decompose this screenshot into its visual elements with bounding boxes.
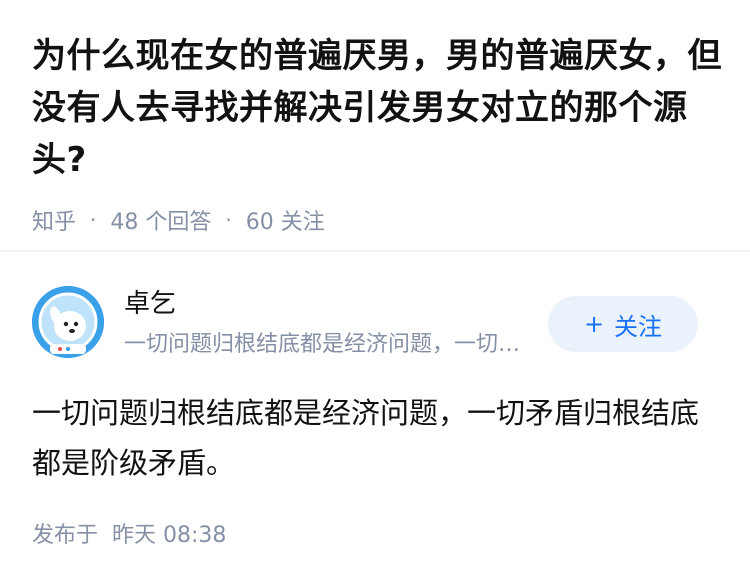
author-bio: 一切问题归根结底都是经济问题，一切矛盾归根结底都是阶级矛盾。 bbox=[124, 332, 534, 357]
question-meta: 知乎 · 48 个回答 · 60 关注 bbox=[32, 204, 718, 236]
section-divider bbox=[0, 250, 750, 252]
separator-dot: · bbox=[225, 208, 232, 232]
plus-icon: + bbox=[583, 310, 605, 338]
author-name[interactable]: 卓乞 bbox=[124, 288, 176, 320]
avatar[interactable] bbox=[32, 286, 104, 358]
answer-count[interactable]: 48 个回答 bbox=[110, 204, 211, 236]
follow-button[interactable]: + 关注 bbox=[548, 296, 698, 352]
author-row: 卓乞 一切问题归根结底都是经济问题，一切矛盾归根结底都是阶级矛盾。 + 关注 bbox=[0, 270, 750, 370]
answer-card: 卓乞 一切问题归根结底都是经济问题，一切矛盾归根结底都是阶级矛盾。 + 关注 一… bbox=[0, 270, 750, 548]
answer-content[interactable]: 一切问题归根结底都是经济问题，一切矛盾归根结底都是阶级矛盾。 bbox=[32, 388, 702, 488]
source-label[interactable]: 知乎 bbox=[32, 204, 76, 236]
follow-button-label: 关注 bbox=[614, 312, 663, 341]
separator-dot: · bbox=[90, 208, 97, 232]
follow-count[interactable]: 60 关注 bbox=[246, 204, 325, 236]
question-title[interactable]: 为什么现在女的普遍厌男，男的普遍厌女，但没有人去寻找并解决引发男女对立的那个源头… bbox=[32, 30, 722, 186]
astronaut-dog-icon bbox=[32, 286, 104, 358]
question-header: 为什么现在女的普遍厌男，男的普遍厌女，但没有人去寻找并解决引发男女对立的那个源头… bbox=[0, 0, 750, 236]
publish-time: 发布于 昨天 08:38 bbox=[32, 523, 227, 548]
page: 为什么现在女的普遍厌男，男的普遍厌女，但没有人去寻找并解决引发男女对立的那个源头… bbox=[0, 0, 750, 588]
